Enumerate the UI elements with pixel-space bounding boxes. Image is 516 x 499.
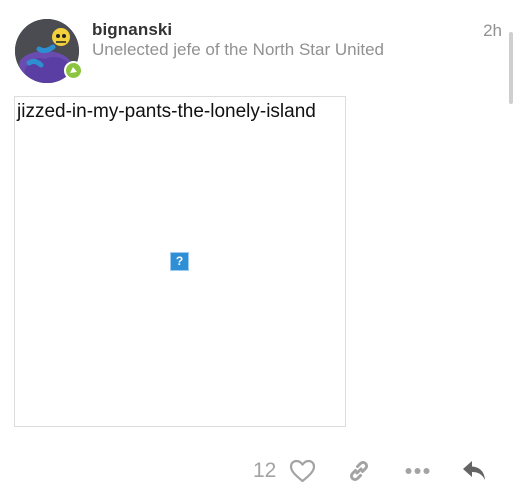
post-actions: 12 <box>0 453 516 489</box>
scrollbar-thumb[interactable] <box>509 32 513 104</box>
username[interactable]: bignanski <box>92 20 172 40</box>
post-date[interactable]: 2h <box>483 21 502 41</box>
link-icon[interactable] <box>346 458 372 484</box>
broken-image-icon: ? <box>170 252 189 271</box>
more-icon[interactable] <box>405 466 430 476</box>
reply-icon[interactable] <box>461 459 488 483</box>
embed-name: jizzed-in-my-pants-the-lonely-island <box>17 101 316 122</box>
embed-frame[interactable]: jizzed-in-my-pants-the-lonely-island ? <box>14 96 346 427</box>
heart-icon[interactable] <box>289 459 316 483</box>
like-count[interactable]: 12 <box>253 459 276 483</box>
flair-badge-icon <box>64 61 83 80</box>
user-title: Unelected jefe of the North Star United <box>92 40 384 59</box>
